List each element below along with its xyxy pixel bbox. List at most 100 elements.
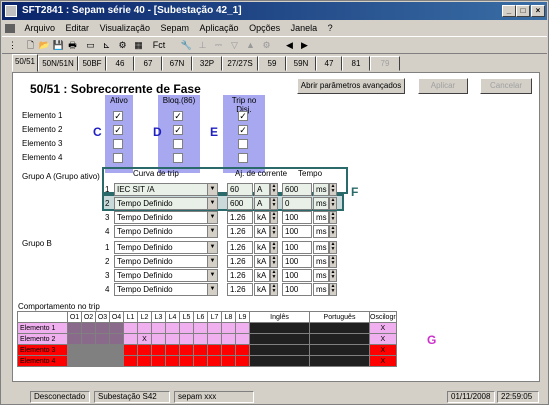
- curve-select[interactable]: Tempo Definido ▼: [114, 225, 218, 238]
- behavior-cell[interactable]: [193, 355, 208, 367]
- tab-32p[interactable]: 32P: [192, 56, 222, 71]
- behavior-cell[interactable]: [95, 333, 110, 345]
- connect-icon[interactable]: ⎓: [212, 39, 225, 52]
- bloq-checkbox-4[interactable]: [173, 153, 183, 163]
- settings-icon[interactable]: ⚙: [260, 39, 273, 52]
- behavior-cell[interactable]: [165, 344, 180, 356]
- behavior-cell[interactable]: [67, 322, 82, 334]
- behavior-cell[interactable]: [249, 355, 310, 367]
- behavior-cell[interactable]: X: [369, 333, 397, 345]
- current-unit-select[interactable]: kA: [254, 255, 270, 268]
- behavior-cell[interactable]: [207, 333, 222, 345]
- current-unit-select[interactable]: kA: [254, 283, 270, 296]
- trip-checkbox-3[interactable]: [238, 139, 248, 149]
- behavior-cell[interactable]: [81, 333, 96, 345]
- behavior-cell[interactable]: [151, 344, 166, 356]
- cancel-button[interactable]: Cancelar: [480, 78, 532, 94]
- behavior-cell[interactable]: [165, 333, 180, 345]
- behavior-cell[interactable]: [137, 322, 152, 334]
- behavior-cell[interactable]: [221, 333, 236, 345]
- behavior-cell[interactable]: [81, 355, 96, 367]
- close-button[interactable]: ×: [531, 5, 545, 17]
- forward-arrow-icon[interactable]: ▶: [298, 39, 311, 52]
- behavior-cell[interactable]: [123, 322, 138, 334]
- current-input[interactable]: 1.26: [227, 241, 253, 254]
- time-input[interactable]: 100: [282, 241, 312, 254]
- behavior-cell[interactable]: [109, 355, 124, 367]
- behavior-cell[interactable]: [179, 344, 194, 356]
- tab-79[interactable]: 79: [370, 56, 400, 71]
- behavior-cell[interactable]: [249, 322, 310, 334]
- behavior-cell[interactable]: [123, 344, 138, 356]
- current-input[interactable]: 1.26: [227, 211, 253, 224]
- time-input[interactable]: 600: [282, 183, 312, 196]
- advanced-params-button[interactable]: Abrir parâmetros avançados: [297, 78, 405, 94]
- menu-sepam[interactable]: Sepam: [156, 21, 193, 35]
- behavior-cell[interactable]: X: [369, 344, 397, 356]
- current-spinner[interactable]: ▲ ▼: [270, 283, 278, 296]
- behavior-cell[interactable]: [221, 322, 236, 334]
- time-unit-select[interactable]: ms: [313, 225, 329, 238]
- time-unit-select[interactable]: ms: [313, 269, 329, 282]
- menu-visualizacao[interactable]: Visualização: [96, 21, 154, 35]
- menu-opcoes[interactable]: Opções: [245, 21, 284, 35]
- tab-50n-51n[interactable]: 50N/51N: [38, 56, 78, 71]
- current-spinner[interactable]: ▲ ▼: [270, 197, 278, 210]
- bloq-checkbox-1[interactable]: ✓: [173, 111, 183, 121]
- behavior-cell[interactable]: [165, 355, 180, 367]
- current-input[interactable]: 1.26: [227, 225, 253, 238]
- behavior-cell[interactable]: [193, 333, 208, 345]
- time-unit-select[interactable]: ms: [313, 255, 329, 268]
- behavior-cell[interactable]: [179, 333, 194, 345]
- behavior-cell[interactable]: [235, 355, 250, 367]
- time-unit-select[interactable]: ms: [313, 197, 329, 210]
- current-input[interactable]: 1.26: [227, 255, 253, 268]
- time-spinner[interactable]: ▲ ▼: [329, 225, 337, 238]
- trip-checkbox-1[interactable]: ✓: [238, 111, 248, 121]
- time-input[interactable]: 100: [282, 283, 312, 296]
- print-icon[interactable]: 🖶: [66, 39, 79, 52]
- behavior-cell[interactable]: [309, 333, 370, 345]
- behavior-cell[interactable]: [109, 322, 124, 334]
- trip-checkbox-4[interactable]: [238, 153, 248, 163]
- time-unit-select[interactable]: ms: [313, 241, 329, 254]
- tab-59n[interactable]: 59N: [286, 56, 316, 71]
- menu-arquivo[interactable]: Arquivo: [21, 21, 60, 35]
- behavior-cell[interactable]: [165, 322, 180, 334]
- behavior-cell[interactable]: [151, 322, 166, 334]
- bloq-checkbox-2[interactable]: ✓: [173, 125, 183, 135]
- time-unit-select[interactable]: ms: [313, 283, 329, 296]
- time-spinner[interactable]: ▲ ▼: [329, 283, 337, 296]
- current-input[interactable]: 60: [227, 183, 253, 196]
- time-input[interactable]: 100: [282, 211, 312, 224]
- curve-select[interactable]: Tempo Definido ▼: [114, 211, 218, 224]
- behavior-cell[interactable]: [179, 355, 194, 367]
- behavior-cell[interactable]: [207, 322, 222, 334]
- time-unit-select[interactable]: ms: [313, 211, 329, 224]
- ativo-checkbox-1[interactable]: ✓: [113, 111, 123, 121]
- curve-select[interactable]: Tempo Definido ▼: [114, 269, 218, 282]
- ativo-checkbox-4[interactable]: [113, 153, 123, 163]
- behavior-cell[interactable]: [137, 344, 152, 356]
- time-input[interactable]: 0: [282, 197, 312, 210]
- tab-50-51[interactable]: 50/51: [12, 54, 38, 72]
- tab-67n[interactable]: 67N: [162, 56, 192, 71]
- maximize-button[interactable]: □: [516, 5, 530, 17]
- current-unit-select[interactable]: kA: [254, 211, 270, 224]
- open-folder-icon[interactable]: 📂: [38, 39, 51, 52]
- menu-aplicacao[interactable]: Aplicação: [196, 21, 243, 35]
- tab-59[interactable]: 59: [258, 56, 286, 71]
- behavior-cell[interactable]: [151, 355, 166, 367]
- time-spinner[interactable]: ▲ ▼: [329, 211, 337, 224]
- behavior-cell[interactable]: [235, 322, 250, 334]
- tab-47[interactable]: 47: [316, 56, 342, 71]
- current-spinner[interactable]: ▲ ▼: [270, 211, 278, 224]
- behavior-cell[interactable]: [207, 344, 222, 356]
- behavior-cell[interactable]: [109, 333, 124, 345]
- minimize-button[interactable]: _: [502, 5, 516, 17]
- graph-icon[interactable]: ⊾: [100, 39, 113, 52]
- grid-icon[interactable]: ▦: [132, 39, 145, 52]
- tab-81[interactable]: 81: [342, 56, 370, 71]
- current-spinner[interactable]: ▲ ▼: [270, 241, 278, 254]
- behavior-cell[interactable]: [221, 355, 236, 367]
